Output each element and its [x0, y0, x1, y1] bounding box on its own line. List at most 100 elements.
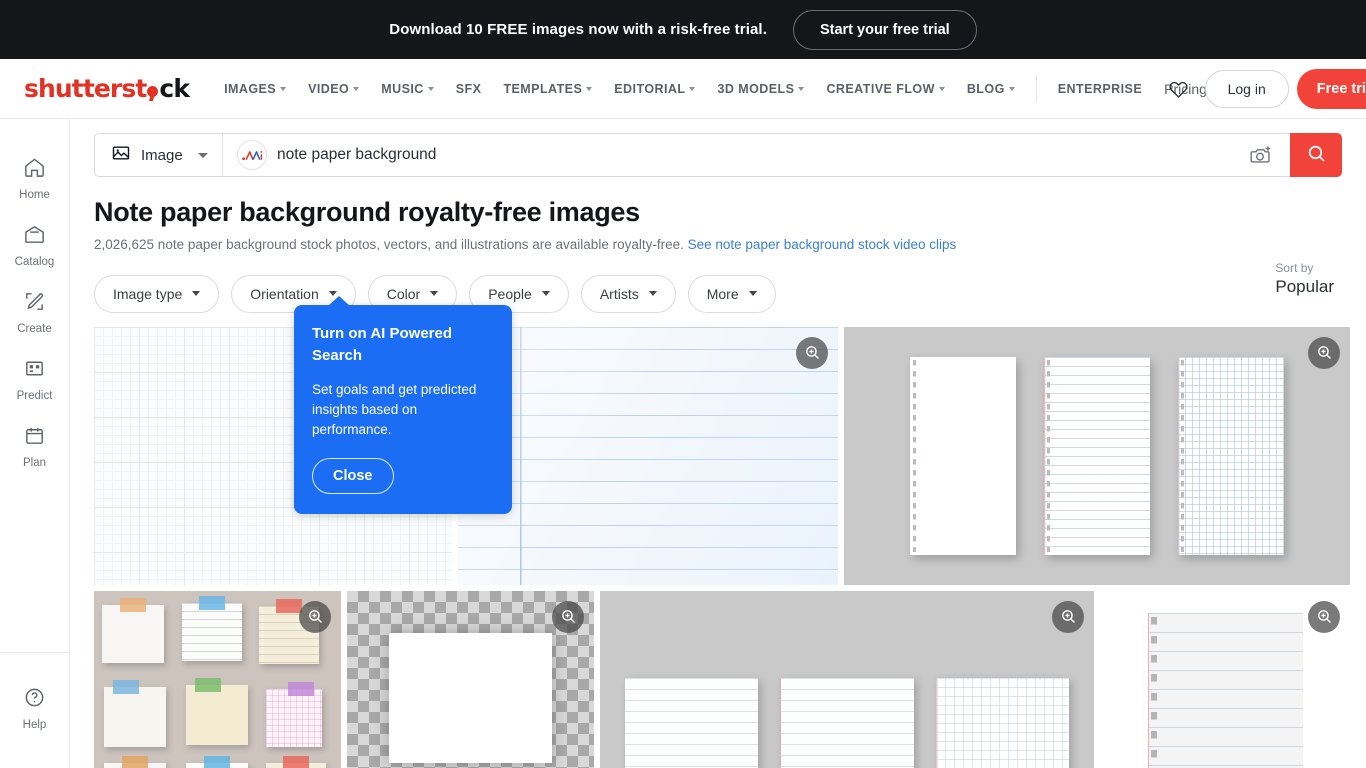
nav-item-creative-flow[interactable]: CREATIVE FLOW: [815, 76, 955, 102]
free-trial-button[interactable]: Free trial: [1296, 69, 1366, 109]
tape-strip: [204, 755, 230, 768]
page-sheet-grid: [935, 678, 1070, 768]
note-paper: [186, 755, 248, 768]
note-paper: [266, 755, 326, 768]
magnifier-plus-icon[interactable]: [1052, 600, 1084, 633]
sidebar-item-help[interactable]: Help: [0, 675, 69, 742]
magnifier-plus-icon[interactable]: [796, 336, 828, 369]
start-free-trial-button[interactable]: Start your free trial: [792, 9, 977, 50]
paper-sheet-lined: [1043, 356, 1151, 556]
nav-item-3d-models[interactable]: 3D MODELS: [706, 76, 815, 102]
results-count-text: 2,026,625 note paper background stock ph…: [94, 237, 684, 252]
tape-strip: [287, 681, 314, 696]
filter-label: Artists: [599, 285, 639, 302]
result-tile-three-lined-pages-gray[interactable]: [600, 590, 1094, 768]
create-icon: [23, 290, 46, 318]
nav-item-enterprise[interactable]: ENTERPRISE: [1047, 76, 1153, 102]
sidebar-item-plan[interactable]: Plan: [0, 413, 69, 480]
sidebar-item-catalog[interactable]: Catalog: [0, 212, 69, 279]
nav-label: IMAGES: [224, 81, 277, 96]
results-row-2: [94, 590, 1350, 768]
result-tile-torn-paper-transparent[interactable]: [347, 590, 594, 768]
chevron-down-icon: [748, 291, 757, 297]
nav-item-music[interactable]: MUSIC: [370, 76, 445, 102]
sidebar-item-create[interactable]: Create: [0, 279, 69, 346]
promo-banner: Download 10 FREE images now with a risk-…: [0, 0, 1366, 59]
chevron-down-icon: [1008, 86, 1015, 91]
tooltip-body: Set goals and get predicted insights bas…: [312, 381, 477, 438]
filter-label: Orientation: [250, 285, 319, 302]
magnifier-plus-icon[interactable]: [1308, 336, 1340, 369]
search-box: Image: [94, 133, 1342, 177]
nav-item-sfx[interactable]: SFX: [445, 76, 493, 102]
tape-strip: [199, 595, 225, 610]
tooltip-close-button[interactable]: Close: [312, 458, 394, 495]
result-tile-three-paper-sheets-gray[interactable]: [844, 326, 1350, 585]
nav-item-blog[interactable]: BLOG: [956, 76, 1026, 102]
sidebar-item-predict[interactable]: Predict: [0, 346, 69, 413]
paper-sheet-blank: [909, 356, 1017, 556]
page-sheet-margin-lined: [780, 678, 914, 768]
nav-label: SFX: [455, 81, 482, 96]
camera-plus-icon[interactable]: [1234, 144, 1290, 166]
tape-strip: [113, 679, 140, 694]
sidebar-item-label: Create: [17, 323, 52, 335]
asset-type-dropdown[interactable]: Image: [95, 134, 223, 176]
shutterstock-logo[interactable]: shutterst ck: [24, 76, 190, 101]
magnifier-plus-icon[interactable]: [1308, 600, 1340, 633]
magnifier-plus-icon[interactable]: [299, 600, 331, 633]
sidebar-item-label: Catalog: [14, 256, 55, 268]
note-paper: [102, 597, 164, 663]
torn-paper-shape: [388, 633, 552, 763]
result-tile-taped-note-papers-collection[interactable]: [94, 590, 341, 768]
nav-item-editorial[interactable]: EDITORIAL: [603, 76, 706, 102]
search-input[interactable]: [277, 134, 1234, 176]
results-subtitle: 2,026,625 note paper background stock ph…: [94, 236, 1342, 255]
video-clips-link[interactable]: See note paper background stock video cl…: [688, 237, 957, 252]
nav-item-video[interactable]: VIDEO: [297, 76, 370, 102]
promo-text: Download 10 FREE images now with a risk-…: [389, 21, 767, 38]
filter-more[interactable]: More: [687, 274, 776, 313]
paper-sheet-grid: [1178, 357, 1284, 556]
tape-strip: [276, 598, 302, 613]
sort-by-dropdown[interactable]: Popular: [1275, 277, 1342, 297]
chevron-down-icon: [192, 291, 201, 297]
sort-by-label: Sort by: [1275, 260, 1314, 275]
chevron-down-icon: [798, 86, 805, 91]
favorites-heart-icon[interactable]: [1160, 75, 1197, 104]
title-block: Note paper background royalty-free image…: [70, 177, 1366, 255]
nav-label: ENTERPRISE: [1057, 81, 1143, 96]
plan-icon: [23, 424, 46, 452]
sidebar-item-home[interactable]: Home: [0, 145, 69, 212]
filter-artists[interactable]: Artists: [580, 274, 676, 313]
chevron-down-icon: [427, 86, 434, 91]
ai-search-toggle[interactable]: [237, 140, 267, 170]
result-tile-notebook-lined-sheet[interactable]: [1100, 590, 1350, 768]
nav-item-images[interactable]: IMAGES: [213, 76, 297, 102]
nav-label: 3D MODELS: [717, 81, 795, 96]
chevron-down-icon: [198, 152, 208, 158]
filter-image-type[interactable]: Image type: [94, 274, 220, 313]
filter-label: More: [706, 285, 739, 302]
chevron-down-icon: [586, 86, 593, 91]
search-submit-button[interactable]: [1290, 133, 1342, 177]
sidebar-item-label: Predict: [16, 390, 53, 402]
tape-strip: [122, 755, 148, 768]
note-paper: [266, 681, 322, 747]
sidebar-item-label: Plan: [22, 457, 47, 469]
nav-label: BLOG: [966, 81, 1005, 96]
home-icon: [23, 156, 46, 184]
filter-row: Image type Orientation Color People Arti…: [70, 255, 1366, 313]
result-tile-blue-ruled-notebook-paper[interactable]: [458, 326, 838, 585]
nav-label: TEMPLATES: [503, 81, 583, 96]
tooltip-title: Turn on AI Powered Search: [312, 325, 453, 364]
predict-icon: [23, 357, 46, 385]
nav-divider: [1035, 75, 1037, 102]
results-grid: [70, 313, 1366, 768]
chevron-down-icon: [280, 86, 287, 91]
login-button[interactable]: Log in: [1204, 70, 1289, 108]
notebook-sheet: [1147, 613, 1303, 768]
nav-item-templates[interactable]: TEMPLATES: [492, 76, 603, 102]
chevron-down-icon: [541, 291, 550, 297]
magnifier-plus-icon[interactable]: [552, 600, 584, 633]
